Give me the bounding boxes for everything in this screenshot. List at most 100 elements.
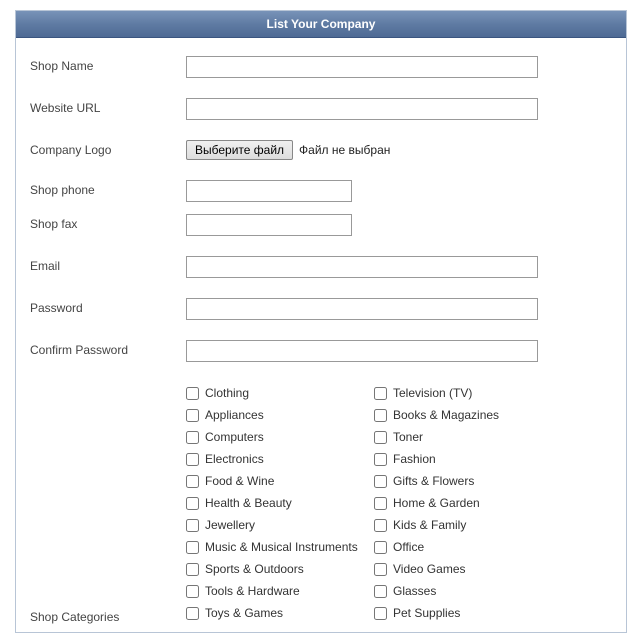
password-input[interactable]	[186, 298, 538, 320]
categories-col-1: Clothing Appliances Computers Electronics Fo…	[186, 382, 374, 624]
row-shop-categories: Shop Categories Clothing Appliances Comput…	[30, 382, 612, 624]
category-label: Glasses	[393, 582, 436, 600]
shop-name-input[interactable]	[186, 56, 538, 78]
category-item: Television (TV)	[374, 382, 562, 404]
label-shop-categories: Shop Categories	[30, 610, 186, 624]
category-checkbox[interactable]	[186, 453, 199, 466]
form-header: List Your Company	[16, 11, 626, 38]
category-checkbox[interactable]	[186, 475, 199, 488]
category-item: Appliances	[186, 404, 374, 426]
label-confirm-password: Confirm Password	[30, 340, 186, 357]
category-item: Fashion	[374, 448, 562, 470]
category-checkbox[interactable]	[374, 519, 387, 532]
row-shop-fax: Shop fax	[30, 214, 612, 236]
category-item: Jewellery	[186, 514, 374, 536]
header-title: List Your Company	[267, 17, 376, 31]
row-password: Password	[30, 298, 612, 320]
category-checkbox[interactable]	[374, 585, 387, 598]
row-website-url: Website URL	[30, 98, 612, 120]
category-checkbox[interactable]	[374, 497, 387, 510]
category-item: Glasses	[374, 580, 562, 602]
category-item: Kids & Family	[374, 514, 562, 536]
category-checkbox[interactable]	[186, 431, 199, 444]
category-checkbox[interactable]	[186, 585, 199, 598]
category-label: Pet Supplies	[393, 604, 460, 622]
label-website-url: Website URL	[30, 98, 186, 115]
category-label: Toys & Games	[205, 604, 283, 622]
label-shop-phone: Shop phone	[30, 180, 186, 197]
category-item: Home & Garden	[374, 492, 562, 514]
category-item: Music & Musical Instruments	[186, 536, 374, 558]
category-checkbox[interactable]	[374, 607, 387, 620]
category-checkbox[interactable]	[374, 563, 387, 576]
category-label: Jewellery	[205, 516, 255, 534]
label-shop-name: Shop Name	[30, 56, 186, 73]
shop-phone-input[interactable]	[186, 180, 352, 202]
category-item: Office	[374, 536, 562, 558]
label-email: Email	[30, 256, 186, 273]
category-checkbox[interactable]	[186, 607, 199, 620]
category-checkbox[interactable]	[374, 387, 387, 400]
file-status-text: Файл не выбран	[299, 143, 390, 157]
category-label: Computers	[205, 428, 264, 446]
category-label: Office	[393, 538, 424, 556]
category-label: Music & Musical Instruments	[205, 538, 358, 556]
category-label: Video Games	[393, 560, 466, 578]
category-label: Health & Beauty	[205, 494, 292, 512]
category-checkbox[interactable]	[186, 387, 199, 400]
category-checkbox[interactable]	[186, 497, 199, 510]
file-choose-button[interactable]: Выберите файл	[186, 140, 293, 160]
category-item: Electronics	[186, 448, 374, 470]
category-checkbox[interactable]	[374, 409, 387, 422]
category-label: Toner	[393, 428, 423, 446]
categories-col-2: Television (TV) Books & Magazines Toner Fas…	[374, 382, 562, 624]
category-item: Clothing	[186, 382, 374, 404]
category-item: Gifts & Flowers	[374, 470, 562, 492]
form-container: List Your Company Shop Name Website URL …	[15, 10, 627, 633]
category-checkbox[interactable]	[186, 519, 199, 532]
category-checkbox[interactable]	[374, 541, 387, 554]
category-label: Clothing	[205, 384, 249, 402]
category-label: Sports & Outdoors	[205, 560, 304, 578]
category-checkbox[interactable]	[186, 409, 199, 422]
row-shop-name: Shop Name	[30, 56, 612, 78]
category-label: Tools & Hardware	[205, 582, 300, 600]
category-item: Tools & Hardware	[186, 580, 374, 602]
category-checkbox[interactable]	[374, 453, 387, 466]
row-company-logo: Company Logo Выберите файл Файл не выбра…	[30, 140, 612, 160]
website-url-input[interactable]	[186, 98, 538, 120]
category-item: Video Games	[374, 558, 562, 580]
confirm-password-input[interactable]	[186, 340, 538, 362]
label-company-logo: Company Logo	[30, 140, 186, 157]
shop-fax-input[interactable]	[186, 214, 352, 236]
category-item: Sports & Outdoors	[186, 558, 374, 580]
category-label: Books & Magazines	[393, 406, 499, 424]
email-input[interactable]	[186, 256, 538, 278]
label-shop-fax: Shop fax	[30, 214, 186, 231]
category-label: Gifts & Flowers	[393, 472, 474, 490]
category-label: Kids & Family	[393, 516, 466, 534]
category-checkbox[interactable]	[186, 541, 199, 554]
category-item: Computers	[186, 426, 374, 448]
label-password: Password	[30, 298, 186, 315]
category-item: Toys & Games	[186, 602, 374, 624]
row-confirm-password: Confirm Password	[30, 340, 612, 362]
row-shop-phone: Shop phone	[30, 180, 612, 202]
category-label: Home & Garden	[393, 494, 480, 512]
category-item: Books & Magazines	[374, 404, 562, 426]
category-label: Appliances	[205, 406, 264, 424]
category-checkbox[interactable]	[186, 563, 199, 576]
row-email: Email	[30, 256, 612, 278]
category-label: Electronics	[205, 450, 264, 468]
category-item: Food & Wine	[186, 470, 374, 492]
form-body: Shop Name Website URL Company Logo Выбер…	[16, 38, 626, 632]
category-item: Pet Supplies	[374, 602, 562, 624]
category-checkbox[interactable]	[374, 431, 387, 444]
category-checkbox[interactable]	[374, 475, 387, 488]
categories-grid: Clothing Appliances Computers Electronics Fo…	[186, 382, 612, 624]
category-label: Fashion	[393, 450, 436, 468]
category-label: Food & Wine	[205, 472, 274, 490]
category-label: Television (TV)	[393, 384, 472, 402]
category-item: Toner	[374, 426, 562, 448]
category-item: Health & Beauty	[186, 492, 374, 514]
